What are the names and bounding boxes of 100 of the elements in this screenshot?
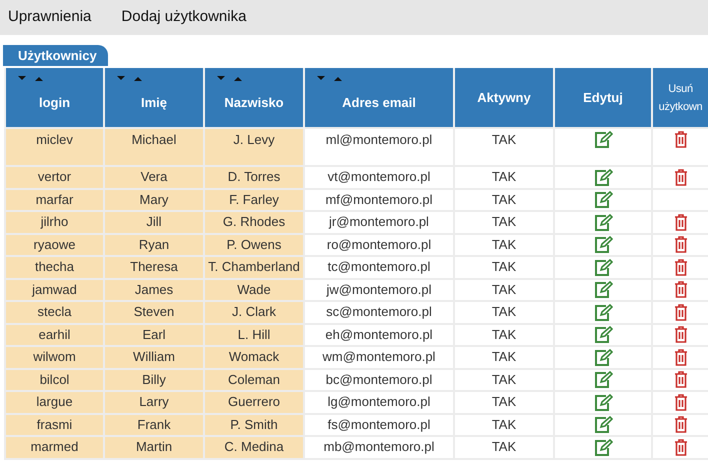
edit-icon[interactable] [594, 281, 612, 298]
trash-icon[interactable] [674, 371, 688, 388]
edit-icon[interactable] [594, 416, 612, 434]
login-cell: miclev [5, 128, 104, 166]
email-cell: ml@montemoro.pl [304, 128, 454, 166]
login-cell: jamwad [5, 278, 104, 301]
first-name-cell: Billy [104, 368, 204, 391]
column-label: Nazwisko [224, 94, 284, 112]
first-name-cell: Earl [104, 324, 204, 346]
first-name-cell: James [104, 278, 204, 301]
column-label: Imię [140, 94, 167, 112]
first-name-cell: Ryan [104, 234, 204, 256]
edit-icon[interactable] [594, 236, 612, 254]
active-cell: TAK [454, 234, 554, 256]
trash-icon[interactable] [674, 281, 688, 298]
first-name-cell: Martin [104, 436, 204, 458]
first-name-cell: Theresa [104, 256, 204, 278]
edit-icon[interactable] [594, 394, 612, 411]
active-cell: TAK [454, 414, 554, 436]
last-name-cell: P. Smith [204, 414, 304, 436]
edit-icon[interactable] [594, 258, 612, 276]
last-name-cell: Wade [204, 278, 304, 301]
trash-icon[interactable] [674, 394, 688, 411]
last-name-cell: J. Clark [204, 301, 304, 324]
trash-icon[interactable] [674, 348, 688, 366]
tab[interactable]: Użytkownicy [3, 45, 108, 66]
edit-icon[interactable] [594, 191, 612, 208]
last-name-cell: Womack [204, 346, 304, 368]
first-name-cell: William [104, 346, 204, 368]
trash-icon[interactable] [674, 214, 688, 231]
first-name-cell: Larry [104, 391, 204, 414]
last-name-cell: J. Levy [204, 128, 304, 166]
column-label: Edytuj [583, 88, 623, 107]
login-cell: frasmi [5, 414, 104, 436]
email-cell: mb@montemoro.pl [304, 436, 454, 458]
sort-arrows-icon[interactable] [117, 76, 143, 82]
active-cell: TAK [454, 391, 554, 414]
first-name-cell: Steven [104, 301, 204, 324]
active-cell: TAK [454, 436, 554, 458]
column-label: Aktywny [477, 88, 531, 107]
login-cell: vertor [5, 166, 104, 188]
first-name-cell: Jill [104, 211, 204, 234]
email-cell: mf@montemoro.pl [304, 188, 454, 211]
email-cell: eh@montemoro.pl [304, 324, 454, 346]
email-cell: vt@montemoro.pl [304, 166, 454, 188]
active-cell: TAK [454, 301, 554, 324]
email-cell: jr@montemoro.pl [304, 211, 454, 234]
trash-icon[interactable] [674, 326, 688, 344]
last-name-cell: F. Farley [204, 188, 304, 211]
sort-arrows-icon[interactable] [317, 76, 343, 82]
edit-icon[interactable] [594, 348, 612, 366]
first-name-cell: Michael [104, 128, 204, 166]
trash-icon[interactable] [674, 236, 688, 254]
email-cell: jw@montemoro.pl [304, 278, 454, 301]
column-label: login [38, 94, 70, 112]
column-label: Adres email [342, 94, 416, 112]
active-cell: TAK [454, 188, 554, 211]
active-cell: TAK [454, 166, 554, 188]
edit-icon[interactable] [594, 371, 612, 388]
login-cell: marmed [5, 436, 104, 458]
menu-item[interactable]: Dodaj użytkownika [121, 6, 246, 29]
last-name-cell: G. Rhodes [204, 211, 304, 234]
login-cell: stecla [5, 301, 104, 324]
last-name-cell: T. Chamberland [204, 256, 304, 278]
login-cell: wilwom [5, 346, 104, 368]
email-cell: lg@montemoro.pl [304, 391, 454, 414]
edit-icon[interactable] [594, 168, 612, 186]
login-cell: jilrho [5, 211, 104, 234]
trash-icon[interactable] [674, 416, 688, 434]
trash-icon[interactable] [674, 304, 688, 321]
email-cell: ro@montemoro.pl [304, 234, 454, 256]
active-cell: TAK [454, 324, 554, 346]
first-name-cell: Frank [104, 414, 204, 436]
edit-icon[interactable] [594, 326, 612, 344]
sort-arrows-icon[interactable] [217, 76, 243, 82]
menu-item[interactable]: Uprawnienia [8, 6, 92, 29]
trash-icon[interactable] [674, 438, 688, 456]
trash-icon[interactable] [674, 258, 688, 276]
email-cell: fs@montemoro.pl [304, 414, 454, 436]
last-name-cell: P. Owens [204, 234, 304, 256]
active-cell: TAK [454, 256, 554, 278]
active-cell: TAK [454, 211, 554, 234]
edit-icon[interactable] [594, 131, 612, 148]
edit-icon[interactable] [594, 214, 612, 231]
edit-icon[interactable] [594, 438, 612, 456]
login-cell: ryaowe [5, 234, 104, 256]
last-name-cell: L. Hill [204, 324, 304, 346]
last-name-cell: D. Torres [204, 166, 304, 188]
trash-icon[interactable] [674, 168, 688, 186]
trash-icon[interactable] [674, 131, 688, 148]
login-cell: largue [5, 391, 104, 414]
active-cell: TAK [454, 368, 554, 391]
active-cell: TAK [454, 128, 554, 166]
login-cell: bilcol [5, 368, 104, 391]
login-cell: earhil [5, 324, 104, 346]
email-cell: tc@montemoro.pl [304, 256, 454, 278]
active-cell: TAK [454, 278, 554, 301]
last-name-cell: Coleman [204, 368, 304, 391]
edit-icon[interactable] [594, 304, 612, 321]
sort-arrows-icon[interactable] [18, 76, 44, 82]
